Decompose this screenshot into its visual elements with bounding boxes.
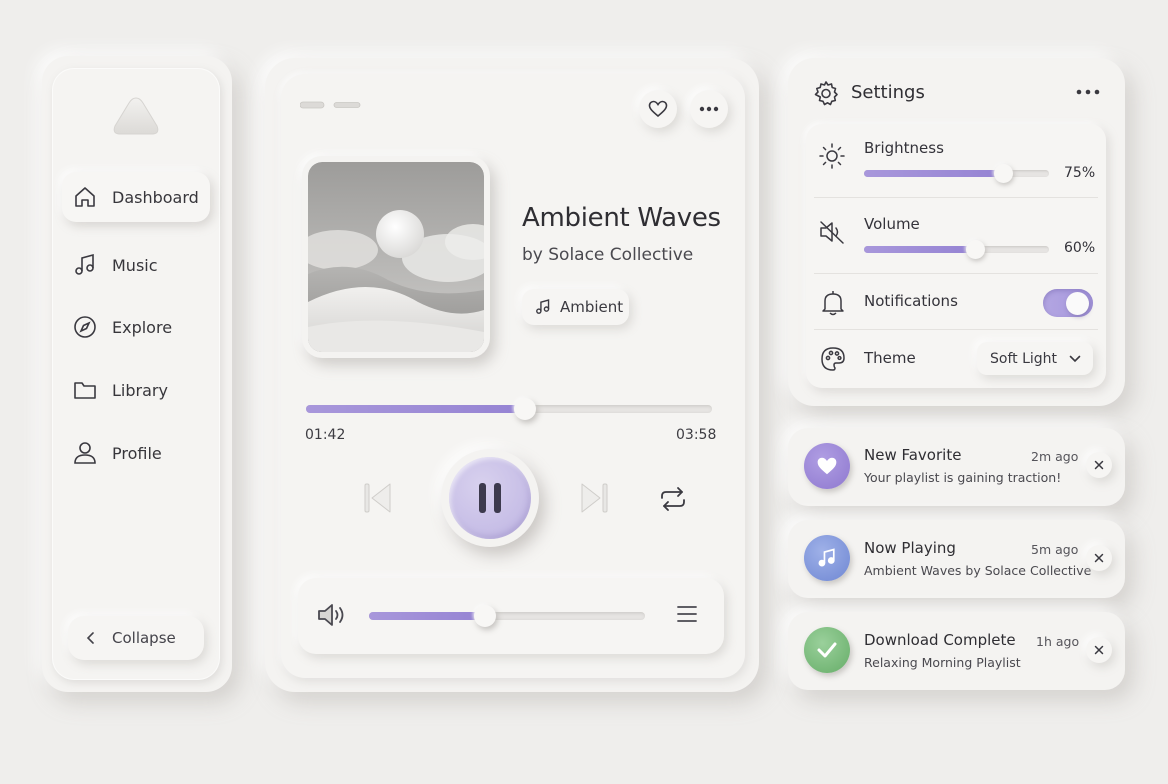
repeat-icon bbox=[658, 486, 688, 512]
toggle-knob bbox=[1066, 292, 1089, 315]
divider bbox=[814, 329, 1098, 330]
compass-icon bbox=[72, 314, 98, 340]
sun-icon bbox=[818, 142, 846, 170]
sidebar-item-label: Dashboard bbox=[112, 187, 199, 207]
sidebar-item-label: Library bbox=[112, 380, 168, 400]
notification-title: Download Complete bbox=[864, 631, 1016, 649]
repeat-button[interactable] bbox=[658, 486, 688, 512]
palette-icon bbox=[819, 345, 847, 373]
skip-next-icon bbox=[578, 480, 610, 516]
settings-volume-handle[interactable] bbox=[965, 240, 985, 259]
more-horizontal-icon bbox=[1076, 88, 1100, 96]
more-horizontal-icon bbox=[699, 106, 719, 112]
previous-track-button[interactable] bbox=[362, 480, 394, 516]
triangle-logo-icon bbox=[110, 94, 162, 140]
notification-time: 2m ago bbox=[1031, 449, 1079, 464]
sidebar-item-label: Music bbox=[112, 255, 158, 275]
brightness-fill bbox=[864, 170, 1003, 177]
notification-message: Ambient Waves by Solace Collective bbox=[864, 563, 1092, 578]
collapse-button[interactable]: Collapse bbox=[68, 616, 204, 660]
sidebar-item-explore[interactable]: Explore bbox=[62, 302, 210, 352]
volume-mute-icon bbox=[818, 219, 846, 245]
progress-fill bbox=[306, 405, 525, 413]
progress-handle[interactable] bbox=[514, 398, 536, 420]
sidebar-item-dashboard[interactable]: Dashboard bbox=[62, 172, 210, 222]
brightness-handle[interactable] bbox=[993, 164, 1013, 183]
home-icon bbox=[72, 184, 98, 210]
speaker-icon[interactable] bbox=[316, 601, 348, 629]
menu-icon bbox=[676, 604, 698, 624]
more-options-button[interactable] bbox=[690, 90, 728, 128]
music-note-icon bbox=[72, 252, 98, 278]
sidebar-item-label: Explore bbox=[112, 317, 173, 337]
track-title: Ambient Waves bbox=[522, 203, 721, 233]
queue-menu-button[interactable] bbox=[676, 604, 698, 624]
close-icon bbox=[1094, 645, 1104, 655]
settings-more-button[interactable] bbox=[1076, 88, 1100, 96]
heart-icon bbox=[648, 100, 668, 118]
divider bbox=[814, 273, 1098, 274]
close-icon bbox=[1094, 460, 1104, 470]
sidebar-item-music[interactable]: Music bbox=[62, 240, 210, 290]
notification-time: 1h ago bbox=[1036, 634, 1080, 649]
theme-select[interactable]: Soft Light bbox=[977, 342, 1093, 375]
notification-avatar bbox=[804, 535, 850, 581]
theme-selected-value: Soft Light bbox=[990, 350, 1058, 367]
volume-label: Volume bbox=[864, 215, 920, 233]
settings-title: Settings bbox=[851, 82, 925, 103]
favorite-button[interactable] bbox=[639, 90, 677, 128]
dismiss-notification-button[interactable] bbox=[1086, 545, 1112, 571]
bell-icon bbox=[820, 289, 846, 317]
user-icon bbox=[72, 440, 98, 466]
brightness-value: 75% bbox=[1064, 165, 1096, 181]
gear-icon bbox=[813, 80, 839, 106]
total-time: 03:58 bbox=[676, 427, 717, 443]
notification-title: Now Playing bbox=[864, 539, 956, 557]
dismiss-notification-button[interactable] bbox=[1086, 637, 1112, 663]
next-track-button[interactable] bbox=[578, 480, 610, 516]
close-icon bbox=[1094, 553, 1104, 563]
sidebar-item-profile[interactable]: Profile bbox=[62, 428, 210, 478]
volume-value: 60% bbox=[1064, 240, 1096, 256]
pause-button[interactable] bbox=[449, 457, 531, 539]
heart-icon bbox=[816, 456, 838, 476]
dismiss-notification-button[interactable] bbox=[1086, 452, 1112, 478]
folder-icon bbox=[72, 377, 98, 403]
theme-label: Theme bbox=[864, 349, 916, 367]
genre-tag[interactable]: Ambient bbox=[522, 289, 629, 325]
check-icon bbox=[816, 641, 838, 659]
album-art bbox=[302, 156, 490, 358]
chevron-down-icon bbox=[1069, 355, 1081, 363]
track-artist: by Solace Collective bbox=[522, 245, 694, 265]
window-controls-icon bbox=[300, 100, 362, 110]
notification-avatar bbox=[804, 627, 850, 673]
skip-previous-icon bbox=[362, 480, 394, 516]
chevron-left-icon bbox=[86, 631, 96, 645]
notification-time: 5m ago bbox=[1031, 542, 1079, 557]
notification-avatar bbox=[804, 443, 850, 489]
music-note-icon bbox=[816, 547, 838, 569]
sidebar-item-label: Profile bbox=[112, 443, 162, 463]
pause-icon bbox=[476, 481, 504, 515]
notifications-label: Notifications bbox=[864, 292, 958, 310]
genre-label: Ambient bbox=[560, 298, 624, 316]
settings-volume-fill bbox=[864, 246, 975, 253]
collapse-label: Collapse bbox=[112, 629, 176, 647]
notification-title: New Favorite bbox=[864, 446, 962, 464]
sidebar-item-library[interactable]: Library bbox=[62, 365, 210, 415]
elapsed-time: 01:42 bbox=[305, 427, 346, 443]
music-note-icon bbox=[534, 298, 552, 316]
volume-handle[interactable] bbox=[474, 605, 496, 627]
divider bbox=[814, 197, 1098, 198]
volume-fill bbox=[369, 612, 485, 620]
brightness-label: Brightness bbox=[864, 139, 944, 157]
notification-message: Relaxing Morning Playlist bbox=[864, 655, 1021, 670]
notification-message: Your playlist is gaining traction! bbox=[864, 470, 1062, 485]
